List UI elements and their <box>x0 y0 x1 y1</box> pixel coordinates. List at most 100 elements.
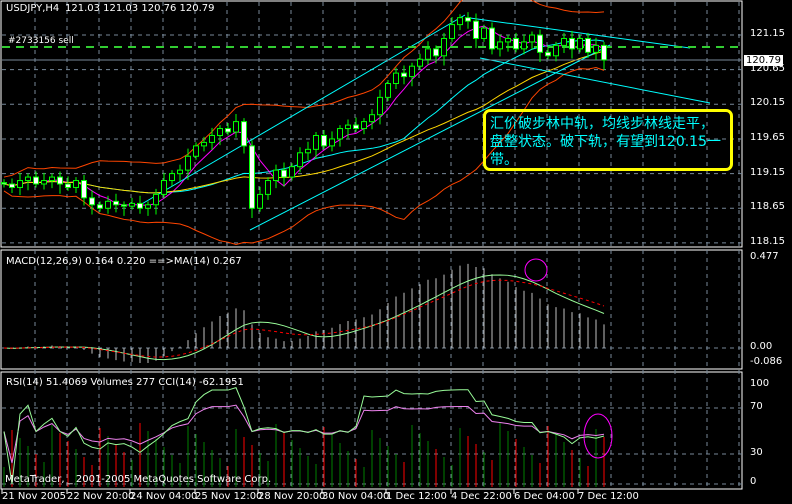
macd-title: MACD(12,26,9) 0.164 0.220 ==>MA(14) 0.26… <box>6 256 242 267</box>
time-tick: 28 Nov 20:00 <box>258 491 326 502</box>
candle-bear <box>401 72 407 78</box>
macd-tick: 0.00 <box>750 341 773 352</box>
candle-bull <box>217 128 223 136</box>
macd-tick: -0.086 <box>750 356 783 367</box>
candle-bull <box>577 37 583 50</box>
candle-bear <box>9 183 15 188</box>
price-tick: 119.15 <box>750 166 785 178</box>
macd-tick: 0.477 <box>750 251 779 262</box>
candle-bear <box>137 202 143 209</box>
candle-bull <box>385 83 391 98</box>
candle-bull <box>49 176 55 182</box>
candle-bull <box>593 44 599 53</box>
candle-bear <box>489 27 495 50</box>
time-tick: 22 Nov 20:00 <box>67 491 135 502</box>
candle-bull <box>425 48 431 60</box>
candle-bull <box>481 27 487 39</box>
candle-bear <box>545 51 551 57</box>
macd-signal-line <box>3 274 605 361</box>
ohlc-readout: 121.03 121.03 120.76 120.79 <box>65 3 215 14</box>
candle-bear <box>241 121 247 147</box>
candle-bull <box>129 202 135 207</box>
candle-bull <box>145 204 151 209</box>
candle-bull <box>553 44 559 57</box>
symbol-header: USDJPY,H4 <box>6 3 60 14</box>
candle-bull <box>201 141 207 147</box>
candle-bull <box>257 193 263 209</box>
candle-bear <box>569 37 575 50</box>
candle-bear <box>513 37 519 50</box>
candle-bear <box>281 169 287 178</box>
candle-bull <box>457 17 463 26</box>
time-tick: 24 Nov 04:00 <box>130 491 198 502</box>
time-tick: 4 Dec 22:00 <box>451 491 512 502</box>
candle-bear <box>249 145 255 209</box>
macd-highlight-circle <box>524 258 548 282</box>
candle-bear <box>121 204 127 207</box>
time-tick: 21 Nov 2005 <box>2 491 67 502</box>
price-tick: 119.65 <box>750 131 785 143</box>
candle-bull <box>105 200 111 209</box>
candle-bear <box>321 134 327 147</box>
cci-line <box>3 387 605 485</box>
candle-bull <box>233 121 239 133</box>
candle-bear <box>33 176 39 185</box>
time-tick: 7 Dec 12:00 <box>578 491 639 502</box>
candle-bull <box>17 180 23 188</box>
candle-bull <box>193 145 199 157</box>
candle-bull <box>393 72 399 85</box>
candle-bear <box>585 37 591 53</box>
candle-bear <box>1 182 7 185</box>
order-label[interactable]: #2733156 sell <box>8 36 74 46</box>
candle-bull <box>41 180 47 185</box>
candle-bull <box>377 96 383 116</box>
candle-bull <box>305 148 311 154</box>
price-tick: 121.15 <box>750 28 785 39</box>
candle-bull <box>169 173 175 182</box>
chart-window[interactable]: USDJPY,H4 121.03 121.03 120.76 120.79 #2… <box>0 0 792 504</box>
candle-bear <box>537 34 543 53</box>
candle-bull <box>177 169 183 175</box>
candle-bear <box>225 128 231 133</box>
candle-bull <box>337 128 343 140</box>
rsi-title: RSI(14) 51.4069 Volumes 277 CCI(14) -62.… <box>6 377 244 388</box>
candle-bull <box>361 121 367 130</box>
annotation-box[interactable]: 汇价破步林中轨，均线步林线走平，盘整状态。破下轨，有望到120.15一带。 <box>483 109 733 171</box>
time-tick: 6 Dec 04:00 <box>514 491 575 502</box>
candle-bull <box>449 24 455 39</box>
candle-bull <box>153 193 159 206</box>
candle-bull <box>297 152 303 168</box>
copyright: MetaTrader, _ 2001-2005 MetaQuotes Softw… <box>5 474 272 485</box>
candle-bull <box>73 180 79 188</box>
candle-bull <box>265 180 271 195</box>
candle-bear <box>97 204 103 209</box>
candle-bull <box>409 65 415 78</box>
candle-bull <box>417 58 423 67</box>
candle-bull <box>369 114 375 123</box>
candle-bull <box>209 134 215 143</box>
candle-bear <box>89 197 95 206</box>
candle-bull <box>185 155 191 171</box>
candle-bear <box>433 48 439 57</box>
candle-bull <box>313 134 319 150</box>
candle-bear <box>113 200 119 206</box>
candle-bear <box>57 176 63 185</box>
candle-bull <box>329 138 335 147</box>
candle-bull <box>529 34 535 43</box>
chart-canvas[interactable] <box>0 0 792 504</box>
price-tick: 118.65 <box>750 201 785 213</box>
candle-bull <box>161 180 167 195</box>
candle-bear <box>81 180 87 199</box>
candle-bull <box>273 169 279 182</box>
time-tick: 1 Dec 12:00 <box>386 491 447 502</box>
rsi-highlight-circle <box>583 413 613 459</box>
candle-bear <box>465 17 471 22</box>
rsi-tick: 30 <box>750 447 763 458</box>
candle-bear <box>473 20 479 39</box>
price-tick: 118.15 <box>750 235 785 247</box>
time-tick: 30 Nov 04:00 <box>322 491 390 502</box>
channel-upper <box>139 14 466 206</box>
candle-bull <box>521 41 527 50</box>
candle-bull <box>289 166 295 178</box>
rsi-tick: 100 <box>750 378 770 389</box>
